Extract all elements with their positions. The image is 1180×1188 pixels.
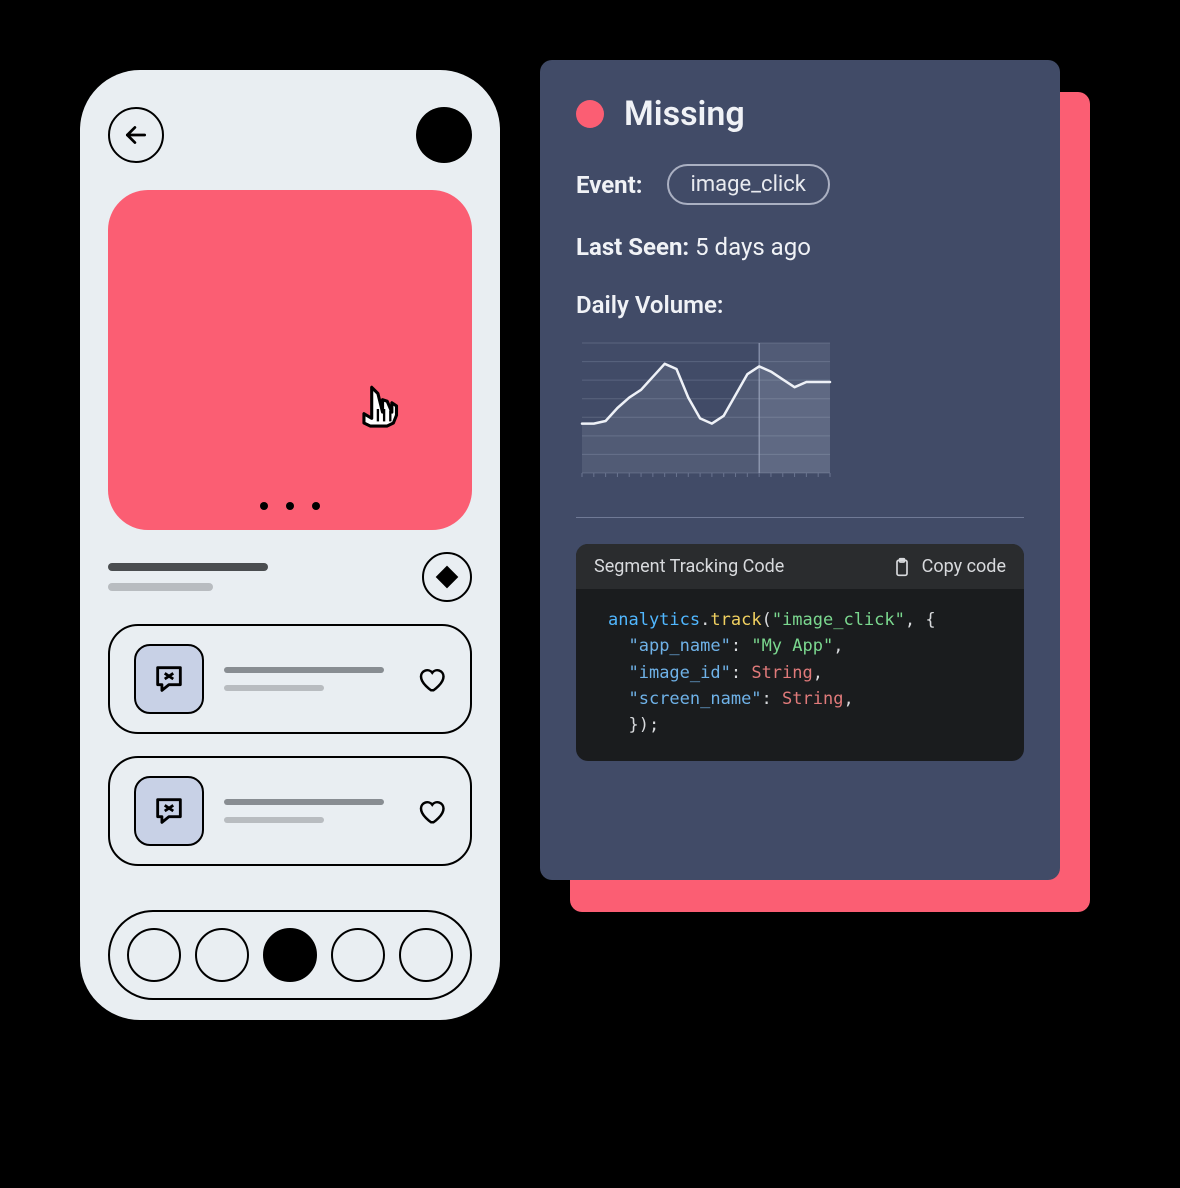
copy-code-button[interactable]: Copy code [892,556,1006,577]
event-name-pill[interactable]: image_click [667,164,830,205]
tab-button-2[interactable] [195,928,249,982]
last-seen-label: Last Seen: [576,233,689,261]
code-card: Segment Tracking Code Copy code analytic… [576,544,1024,761]
code-title: Segment Tracking Code [594,556,784,577]
code-header: Segment Tracking Code Copy code [576,544,1024,589]
phone-mock [80,70,500,1020]
last-seen-row: Last Seen: 5 days ago [576,233,1024,261]
caption-placeholder [108,563,422,591]
heart-icon[interactable] [416,664,446,694]
divider [576,517,1024,518]
clipboard-icon [892,557,912,577]
copy-code-label: Copy code [922,556,1006,577]
status-row: Missing [576,94,1024,134]
tab-bar [108,910,472,1000]
tab-button-3[interactable] [263,928,317,982]
caption-row [108,552,472,602]
last-seen-value: 5 days ago [695,233,811,261]
status-label: Missing [624,94,745,134]
event-row: Event: image_click [576,164,1024,205]
action-diamond-button[interactable] [422,552,472,602]
daily-volume-label: Daily Volume: [576,291,1024,319]
list-item[interactable] [108,624,472,734]
tab-button-4[interactable] [331,928,385,982]
chat-x-icon [134,776,204,846]
pager-dots[interactable] [108,502,472,510]
hero-image[interactable] [108,190,472,530]
code-body: analytics.track("image_click", { "app_na… [576,589,1024,761]
chat-x-icon [134,644,204,714]
pointer-cursor-icon [350,378,412,440]
status-dot-icon [576,100,604,128]
tab-button-1[interactable] [127,928,181,982]
daily-volume-chart [576,333,1024,493]
list-item-text [224,799,416,823]
list-item[interactable] [108,756,472,866]
heart-icon[interactable] [416,796,446,826]
avatar[interactable] [416,107,472,163]
list-item-text [224,667,416,691]
diamond-icon [436,566,459,589]
analytics-panel: Missing Event: image_click Last Seen: 5 … [540,60,1060,880]
back-button[interactable] [108,107,164,163]
arrow-left-icon [123,122,149,148]
tab-button-5[interactable] [399,928,453,982]
event-field-label: Event: [576,171,643,199]
phone-header [108,100,472,170]
